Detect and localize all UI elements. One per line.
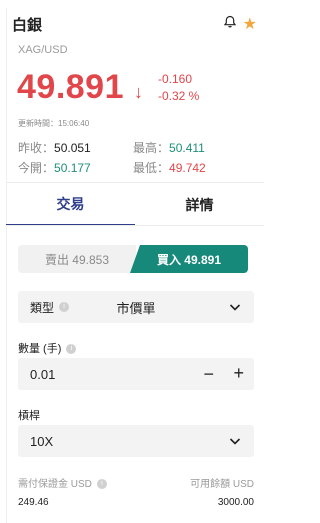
divider	[6, 182, 264, 183]
available-balance-label: 可用餘額 USD	[190, 479, 254, 490]
order-type-select[interactable]: 類型 i 市價單	[18, 291, 254, 323]
leverage-label: 槓桿	[18, 410, 40, 422]
tab-trade[interactable]: 交易	[6, 184, 135, 226]
buy-button[interactable]: 買入 49.891	[130, 245, 248, 273]
tab-bar: 交易 詳情	[6, 184, 264, 226]
increment-button[interactable]: +	[233, 363, 244, 384]
side-selector: 賣出 49.853 買入 49.891	[18, 245, 254, 273]
chevron-down-icon	[229, 304, 241, 311]
page-title: 白銀	[12, 17, 43, 34]
margin-value: 249.46	[18, 497, 49, 508]
order-type-value: 市價單	[116, 300, 156, 316]
price-stats: 昨收：50.051 最高：50.411 今開：50.177 最低：49.742	[18, 137, 248, 177]
prev-close-stat: 昨收：50.051	[18, 140, 91, 155]
star-icon[interactable]: ★	[243, 16, 257, 32]
update-time: 更新時間：15:06:40	[18, 119, 90, 128]
symbol-label: XAG/USD	[18, 44, 68, 56]
current-price: 49.891	[17, 68, 124, 106]
available-balance-value: 3000.00	[217, 497, 254, 508]
quantity-label: 數量 (手) i	[18, 340, 77, 356]
down-arrow-icon: ↓	[134, 82, 143, 102]
low-stat: 最低：49.742	[133, 160, 206, 175]
sell-button[interactable]: 賣出 49.853	[18, 245, 136, 273]
leverage-select[interactable]: 10X	[18, 425, 254, 457]
chevron-down-icon	[229, 438, 241, 445]
price-change: -0.160	[158, 72, 193, 86]
decrement-button[interactable]: −	[203, 364, 214, 385]
info-icon[interactable]: i	[96, 479, 107, 490]
divider	[6, 225, 264, 226]
margin-label: 需付保證金 USD i	[18, 475, 107, 490]
quantity-input[interactable]: 0.01	[30, 367, 55, 382]
high-stat: 最高：50.411	[133, 140, 205, 155]
price-change-percent: -0.32 %	[158, 89, 200, 103]
info-icon[interactable]: i	[66, 344, 77, 355]
header: 白銀 ★	[12, 14, 257, 35]
bell-icon[interactable]	[223, 15, 237, 34]
quantity-stepper[interactable]: 0.01 − +	[18, 358, 254, 390]
tab-details[interactable]: 詳情	[135, 184, 264, 226]
leverage-value: 10X	[30, 433, 54, 449]
open-stat: 今開：50.177	[18, 160, 91, 175]
